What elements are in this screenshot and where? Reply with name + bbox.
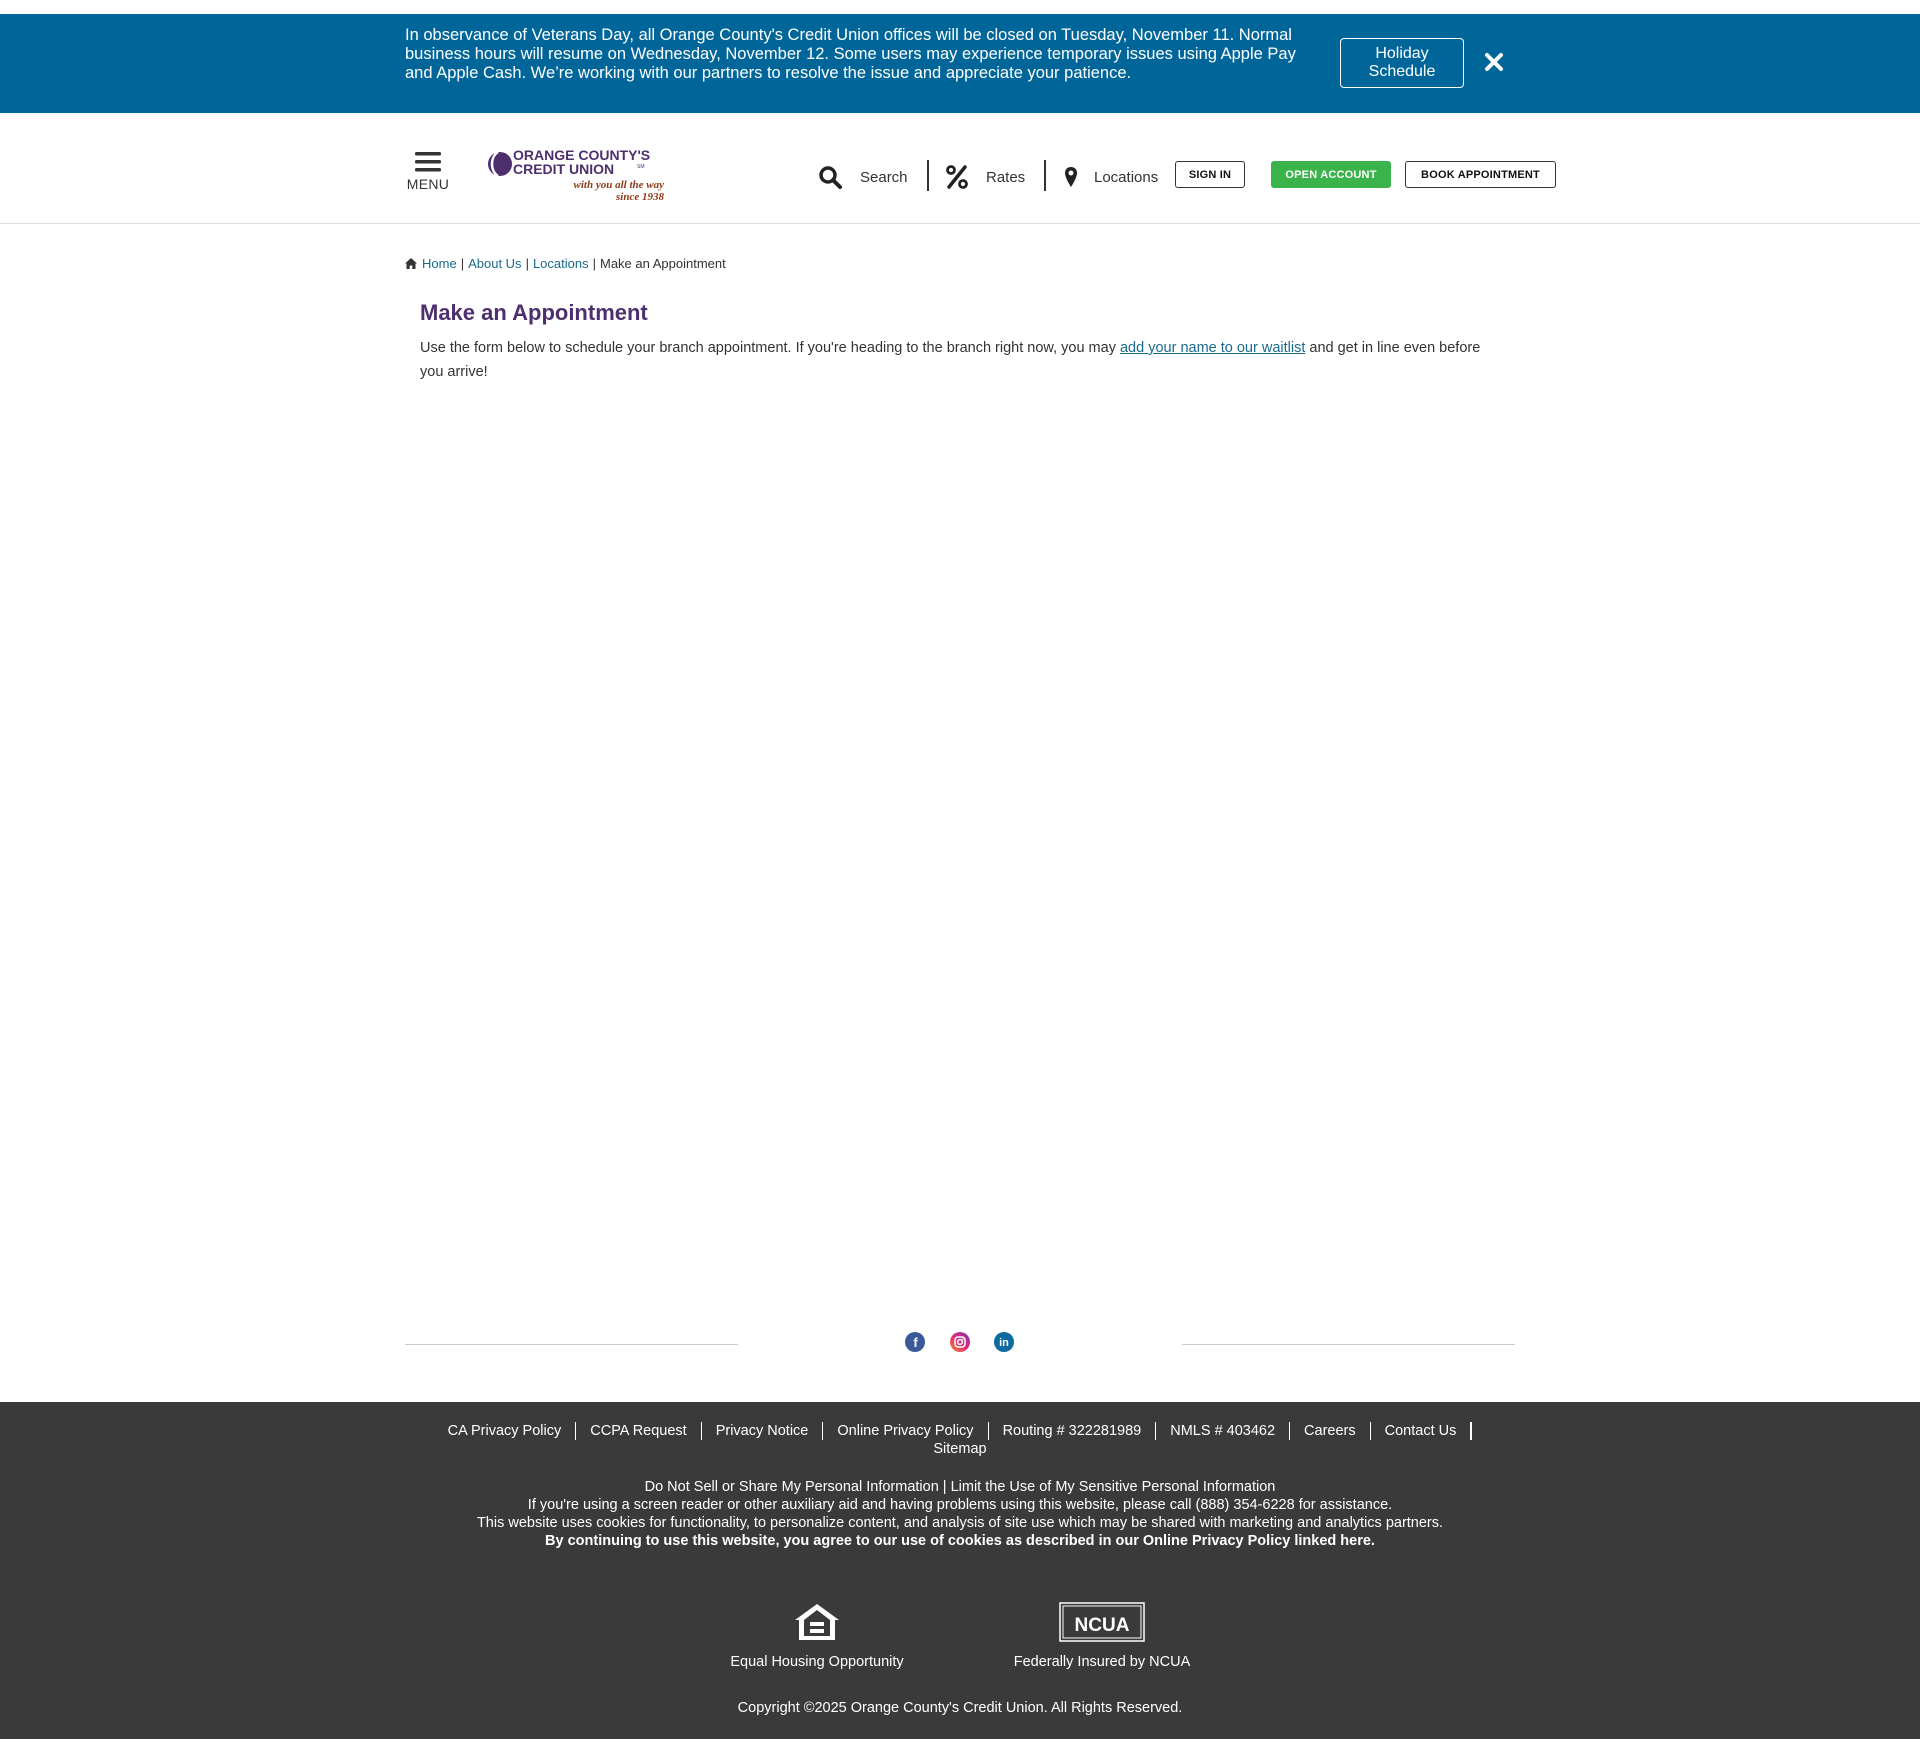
search-label: Search bbox=[860, 168, 908, 186]
breadcrumb-separator: | bbox=[592, 256, 596, 271]
intro-paragraph: Use the form below to schedule your bran… bbox=[420, 336, 1490, 384]
svg-text:in: in bbox=[999, 1337, 1009, 1349]
site-logo[interactable]: ORANGE COUNTY'S CREDIT UNION SM with you… bbox=[486, 145, 672, 207]
footer-link-sitemap[interactable]: Sitemap bbox=[405, 1440, 1515, 1458]
search-link[interactable]: Search bbox=[818, 160, 908, 194]
header-divider bbox=[1044, 160, 1046, 191]
footer-routing-number: Routing # 322281989 bbox=[989, 1422, 1157, 1440]
intro-text-before: Use the form below to schedule your bran… bbox=[420, 340, 1120, 356]
screen-reader-note: If you're using a screen reader or other… bbox=[527, 1497, 1393, 1513]
sign-in-button[interactable]: SIGN IN bbox=[1175, 161, 1245, 188]
footer-link-contact-us[interactable]: Contact Us bbox=[1371, 1422, 1472, 1440]
footer-link-careers[interactable]: Careers bbox=[1290, 1422, 1371, 1440]
social-divider-left bbox=[405, 1344, 738, 1345]
rates-link[interactable]: Rates bbox=[946, 160, 1025, 194]
facebook-icon[interactable]: f bbox=[905, 1332, 925, 1352]
equal-housing-icon bbox=[721, 1602, 913, 1646]
map-pin-icon bbox=[1064, 166, 1078, 188]
locations-label: Locations bbox=[1094, 168, 1159, 186]
breadcrumb-locations[interactable]: Locations bbox=[533, 256, 589, 271]
svg-text:f: f bbox=[913, 1335, 918, 1350]
footer-links: CA Privacy Policy CCPA Request Privacy Not… bbox=[405, 1422, 1515, 1458]
menu-button[interactable]: MENU bbox=[403, 151, 453, 201]
limit-use-link[interactable]: Limit the Use of My Sensitive Personal I… bbox=[951, 1479, 1276, 1495]
footer-link-online-privacy-policy[interactable]: Online Privacy Policy bbox=[823, 1422, 989, 1440]
svg-text:since 1938: since 1938 bbox=[615, 191, 664, 203]
footer-nmls-number: NMLS # 403462 bbox=[1156, 1422, 1291, 1440]
equal-housing-label: Equal Housing Opportunity bbox=[730, 1654, 904, 1670]
footer-link-ca-privacy-policy[interactable]: CA Privacy Policy bbox=[448, 1422, 577, 1440]
social-divider-right bbox=[1182, 1344, 1515, 1345]
cookies-agreement: By continuing to use this website, you a… bbox=[545, 1533, 1375, 1549]
book-appointment-button[interactable]: BOOK APPOINTMENT bbox=[1405, 161, 1556, 188]
svg-text:NCUA: NCUA bbox=[1075, 1615, 1130, 1636]
instagram-icon[interactable] bbox=[950, 1332, 970, 1352]
footer-notes: Do Not Sell or Share My Personal Informa… bbox=[405, 1478, 1515, 1550]
site-header: MENU ORANGE COUNTY'S CREDIT UNION SM wit… bbox=[0, 113, 1920, 224]
waitlist-link[interactable]: add your name to our waitlist bbox=[1120, 340, 1305, 356]
alert-message: In observance of Veterans Day, all Orang… bbox=[405, 26, 1296, 82]
svg-text:CREDIT UNION: CREDIT UNION bbox=[513, 161, 614, 177]
footer-link-privacy-notice[interactable]: Privacy Notice bbox=[702, 1422, 824, 1440]
copyright: Copyright ©2025 Orange County's Credit U… bbox=[737, 1700, 1183, 1716]
footer-link-ccpa-request[interactable]: CCPA Request bbox=[576, 1422, 702, 1440]
ncua-icon: NCUA bbox=[1005, 1602, 1199, 1646]
footer-link-divider bbox=[1471, 1422, 1473, 1440]
close-icon[interactable] bbox=[1482, 50, 1506, 74]
breadcrumb-home[interactable]: Home bbox=[422, 256, 457, 271]
breadcrumb-current: Make an Appointment bbox=[600, 256, 726, 271]
linkedin-icon[interactable]: in bbox=[994, 1332, 1014, 1352]
breadcrumb-separator: | bbox=[525, 256, 529, 271]
svg-text:SM: SM bbox=[637, 164, 645, 170]
do-not-sell-link[interactable]: Do Not Sell or Share My Personal Informa… bbox=[645, 1479, 939, 1495]
site-footer: CA Privacy Policy CCPA Request Privacy Not… bbox=[0, 1402, 1920, 1739]
svg-text:with you all the way: with you all the way bbox=[574, 179, 665, 191]
breadcrumb-separator: | bbox=[460, 256, 465, 271]
holiday-schedule-button[interactable]: Holiday Schedule bbox=[1340, 38, 1464, 88]
alert-banner: In observance of Veterans Day, all Orang… bbox=[0, 14, 1920, 113]
page-title: Make an Appointment bbox=[420, 300, 648, 325]
locations-link[interactable]: Locations bbox=[1064, 160, 1158, 194]
home-icon[interactable] bbox=[405, 258, 417, 269]
logo-orange-icon bbox=[488, 150, 512, 178]
header-divider bbox=[927, 160, 929, 191]
open-account-button[interactable]: OPEN ACCOUNT bbox=[1271, 161, 1391, 188]
equal-housing-badge: Equal Housing Opportunity bbox=[721, 1602, 913, 1670]
search-icon bbox=[818, 165, 842, 189]
rates-label: Rates bbox=[986, 168, 1026, 186]
hamburger-icon bbox=[403, 151, 453, 173]
cookies-note: This website uses cookies for functional… bbox=[476, 1515, 1444, 1531]
percent-icon bbox=[946, 165, 968, 189]
breadcrumb-about-us[interactable]: About Us bbox=[468, 256, 521, 271]
footer-pipe: | bbox=[938, 1479, 951, 1495]
menu-label: MENU bbox=[406, 176, 450, 192]
ncua-label: Federally Insured by NCUA bbox=[1013, 1654, 1191, 1670]
breadcrumb: Home | About Us | Locations | Make an Ap… bbox=[405, 256, 726, 271]
ncua-badge: NCUA Federally Insured by NCUA bbox=[1005, 1602, 1199, 1670]
